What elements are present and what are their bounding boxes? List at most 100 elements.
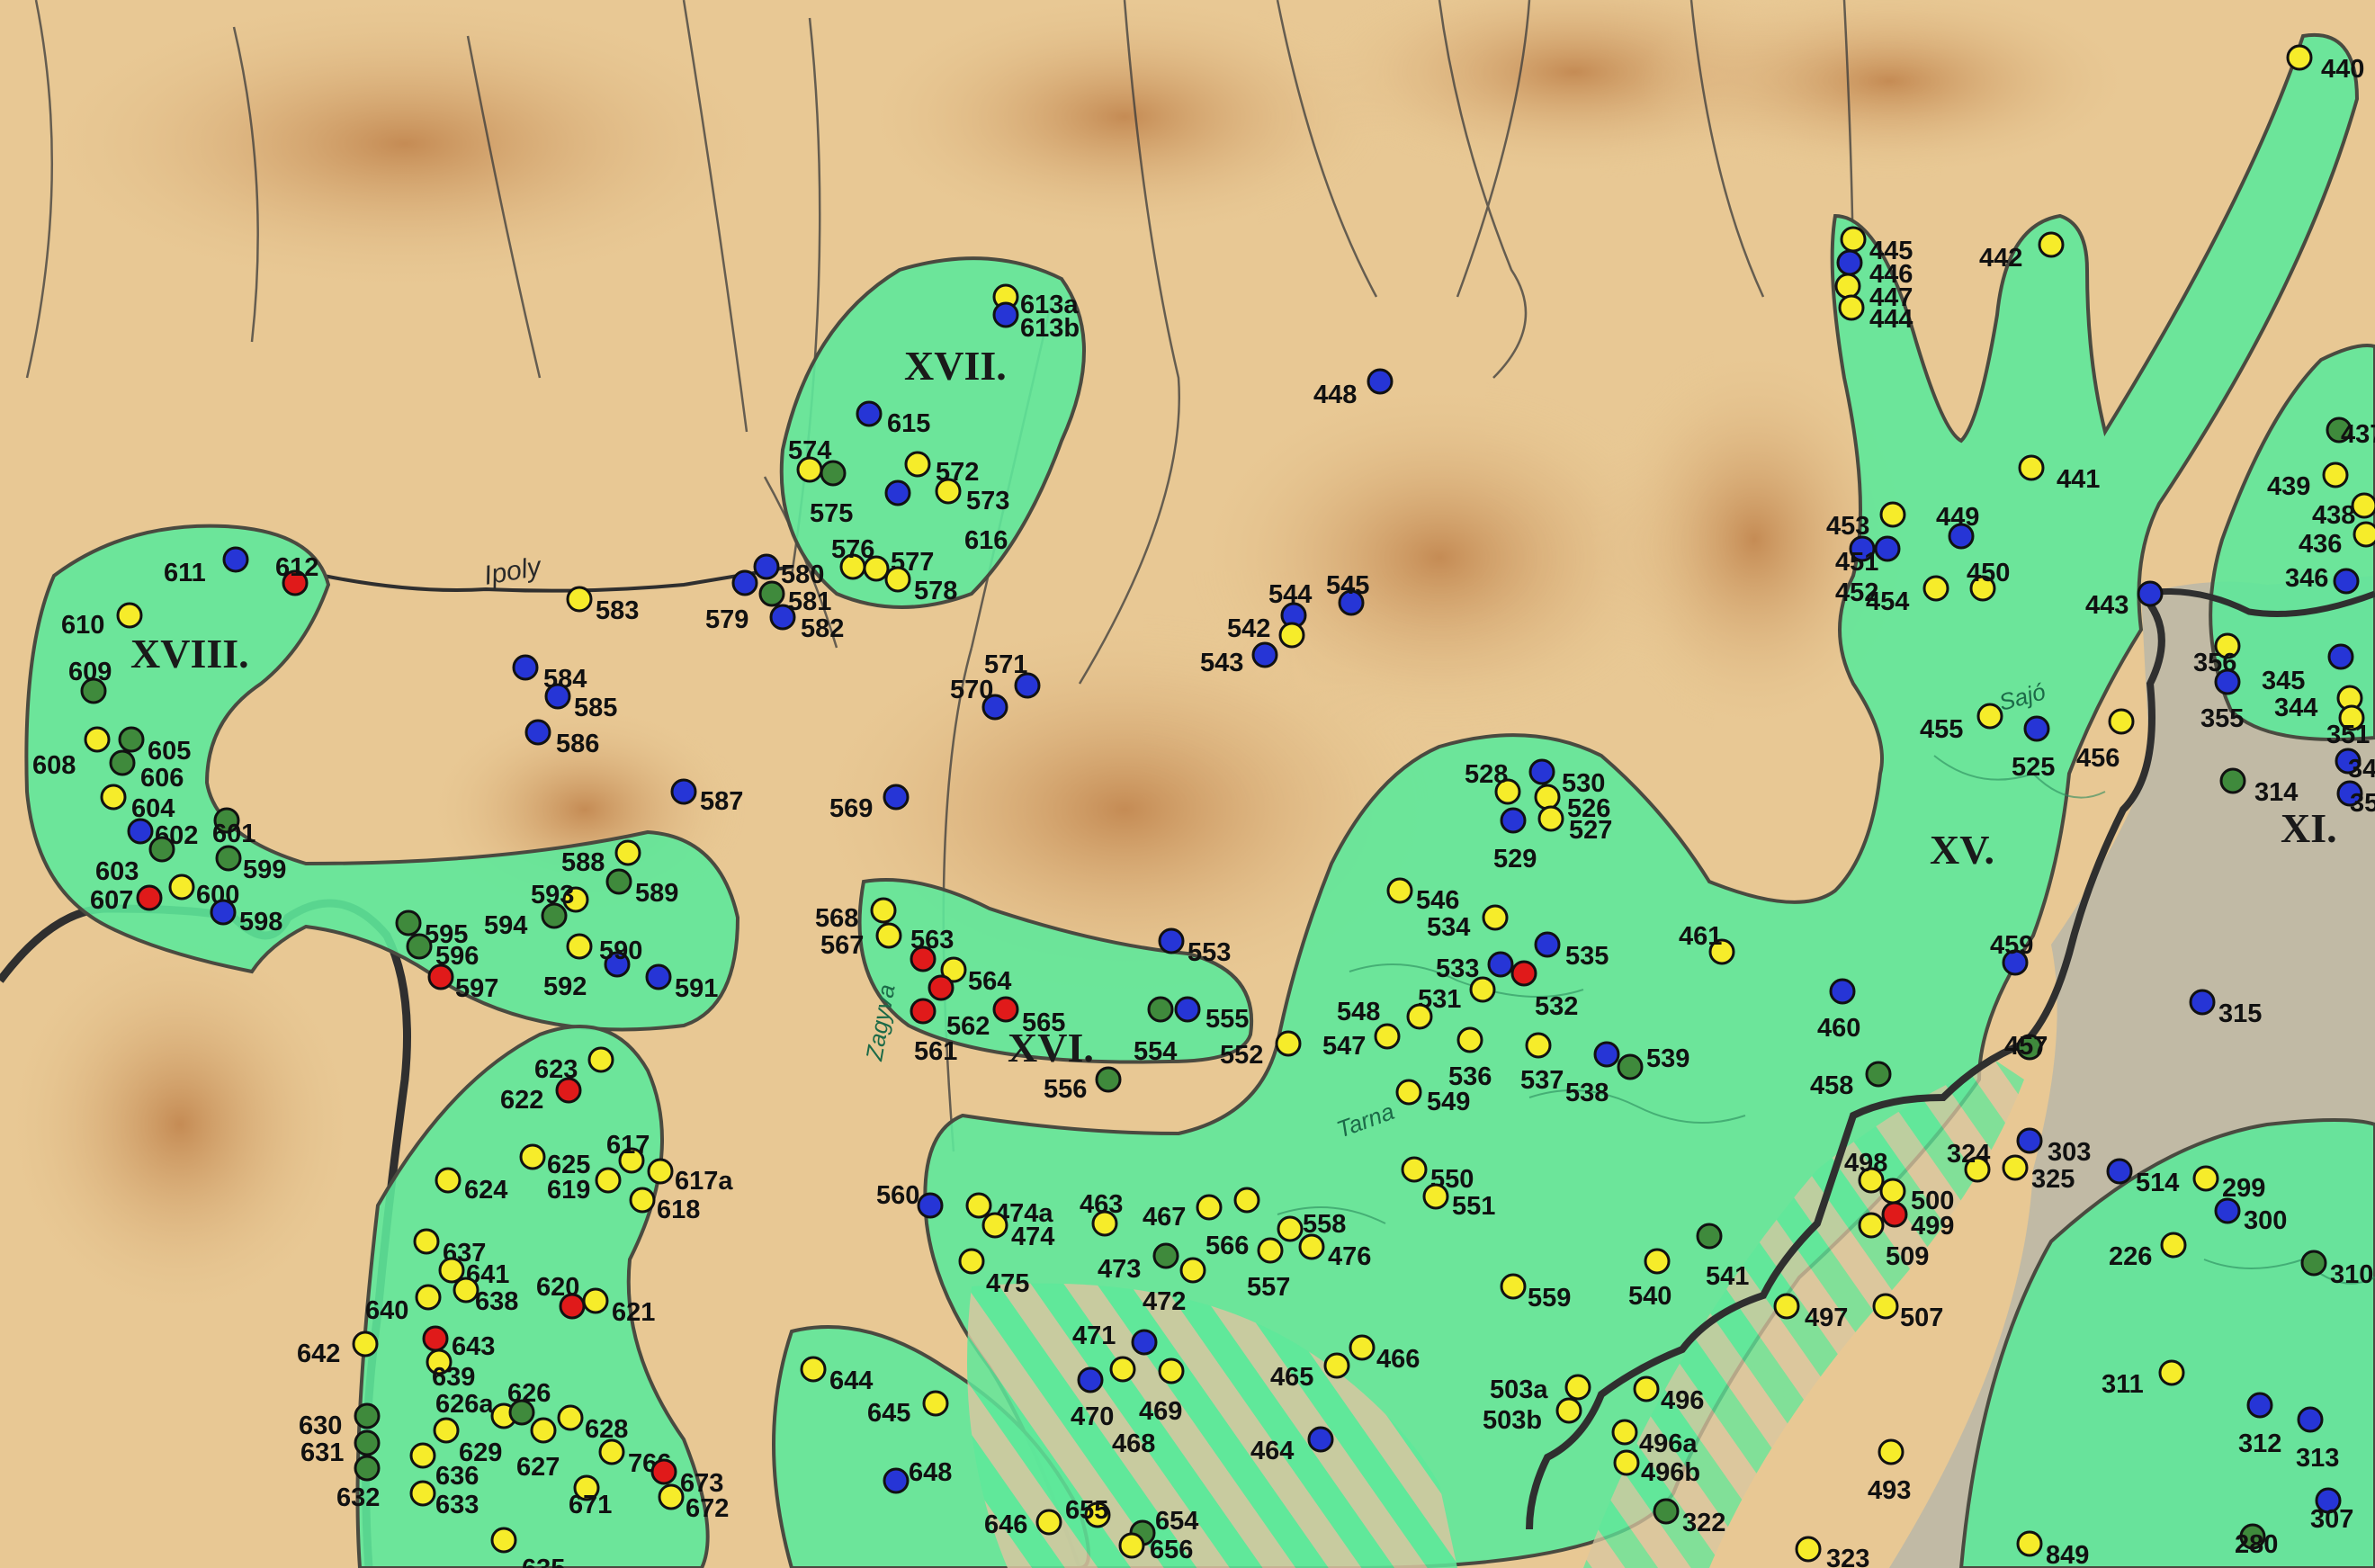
site-marker-323[interactable] [1795,1536,1822,1563]
site-marker-346[interactable] [2333,568,2360,595]
site-marker-622[interactable] [555,1077,582,1104]
site-marker-548[interactable] [1406,1003,1433,1030]
site-marker-630[interactable] [354,1402,381,1429]
site-marker-448[interactable] [1367,368,1394,395]
site-marker-598[interactable] [210,899,237,926]
site-marker-440[interactable] [2286,44,2313,71]
site-marker-588[interactable] [614,839,641,866]
site-marker-466[interactable] [1349,1334,1376,1361]
site-marker-303[interactable] [2016,1127,2043,1154]
site-marker-599[interactable] [215,845,242,872]
site-marker-496b[interactable] [1613,1449,1640,1476]
site-marker-603[interactable] [148,836,175,863]
site-marker-476[interactable] [1298,1233,1325,1260]
site-marker-585[interactable] [544,683,571,710]
site-marker-586[interactable] [524,719,551,746]
site-marker-355[interactable] [2214,668,2241,695]
site-marker-566[interactable] [1233,1187,1260,1214]
site-marker-533[interactable] [1487,951,1514,978]
site-marker-314[interactable] [2219,767,2246,794]
site-marker-553[interactable] [1158,927,1185,954]
site-marker-456[interactable] [2108,708,2135,735]
site-marker-554[interactable] [1147,996,1174,1023]
site-marker-592[interactable] [566,933,593,960]
site-marker-597[interactable] [427,963,454,990]
site-marker-656[interactable] [1118,1532,1145,1559]
site-marker-584[interactable] [512,654,539,681]
site-marker-532[interactable] [1510,960,1537,987]
site-marker-606[interactable] [109,749,136,776]
site-marker-452[interactable] [1874,535,1901,562]
site-marker-615[interactable] [856,400,883,427]
site-marker-549[interactable] [1395,1079,1422,1106]
site-marker-460[interactable] [1829,978,1856,1005]
site-marker-648[interactable] [883,1467,910,1494]
site-marker-226[interactable] [2160,1232,2187,1259]
site-marker-591[interactable] [645,963,672,990]
site-marker-540[interactable] [1644,1248,1671,1275]
site-marker-313[interactable] [2297,1406,2324,1433]
site-marker-624[interactable] [435,1167,462,1194]
site-marker-496a[interactable] [1611,1419,1638,1446]
site-marker-673[interactable] [650,1458,677,1485]
site-marker-608[interactable] [84,726,111,753]
site-marker-766[interactable] [598,1438,625,1465]
site-marker-556[interactable] [1095,1066,1122,1093]
site-marker-583[interactable] [566,586,593,613]
site-marker-464[interactable] [1307,1426,1334,1453]
site-marker-453[interactable] [1879,501,1906,528]
site-marker-562[interactable] [928,974,954,1001]
site-marker-645[interactable] [922,1390,949,1417]
site-marker-300[interactable] [2214,1197,2241,1224]
site-marker-444[interactable] [1838,294,1865,321]
site-marker-579[interactable] [731,569,758,596]
site-marker-642[interactable] [352,1331,379,1357]
site-marker-672[interactable] [658,1483,685,1510]
site-marker-602[interactable] [127,818,154,845]
site-marker-610[interactable] [116,602,143,629]
site-marker-443[interactable] [2137,580,2164,607]
site-marker-578[interactable] [884,566,911,593]
site-marker-538[interactable] [1593,1041,1620,1068]
site-marker-577[interactable] [863,555,890,582]
site-marker-552[interactable] [1275,1030,1302,1057]
site-marker-849[interactable] [2016,1530,2043,1557]
site-marker-345[interactable] [2327,643,2354,670]
site-marker-557[interactable] [1257,1237,1284,1264]
site-marker-621[interactable] [582,1287,609,1314]
site-marker-514[interactable] [2106,1158,2133,1185]
site-marker-529[interactable] [1500,807,1527,834]
site-marker-530[interactable] [1528,758,1555,785]
site-marker-581[interactable] [758,580,785,607]
site-marker-625[interactable] [519,1143,546,1170]
site-marker-438[interactable] [2351,492,2375,519]
site-marker-507[interactable] [1872,1293,1899,1320]
site-marker-527[interactable] [1537,805,1564,832]
site-marker-635[interactable] [490,1527,517,1554]
site-marker-543[interactable] [1251,641,1278,668]
site-marker-611[interactable] [222,546,249,573]
site-marker-550[interactable] [1401,1156,1428,1183]
site-marker-617a[interactable] [647,1158,674,1185]
site-marker-474a[interactable] [965,1192,992,1219]
site-marker-525[interactable] [2023,715,2050,742]
site-marker-596[interactable] [406,933,433,960]
site-marker-497[interactable] [1773,1293,1800,1320]
site-marker-636[interactable] [409,1442,436,1469]
site-marker-568[interactable] [870,897,897,924]
site-marker-469[interactable] [1158,1357,1185,1384]
site-marker-569[interactable] [883,784,910,811]
site-marker-629[interactable] [433,1417,460,1444]
site-marker-493[interactable] [1878,1438,1904,1465]
site-marker-595[interactable] [395,909,422,936]
site-marker-623[interactable] [587,1046,614,1073]
site-marker-472[interactable] [1179,1257,1206,1284]
site-marker-575[interactable] [820,460,847,487]
site-marker-559[interactable] [1500,1273,1527,1300]
site-marker-473[interactable] [1152,1242,1179,1269]
site-marker-572[interactable] [904,451,931,478]
site-marker-600[interactable] [168,874,195,900]
site-marker-641[interactable] [438,1257,465,1284]
site-marker-442[interactable] [2038,231,2065,258]
site-marker-496[interactable] [1633,1375,1660,1402]
